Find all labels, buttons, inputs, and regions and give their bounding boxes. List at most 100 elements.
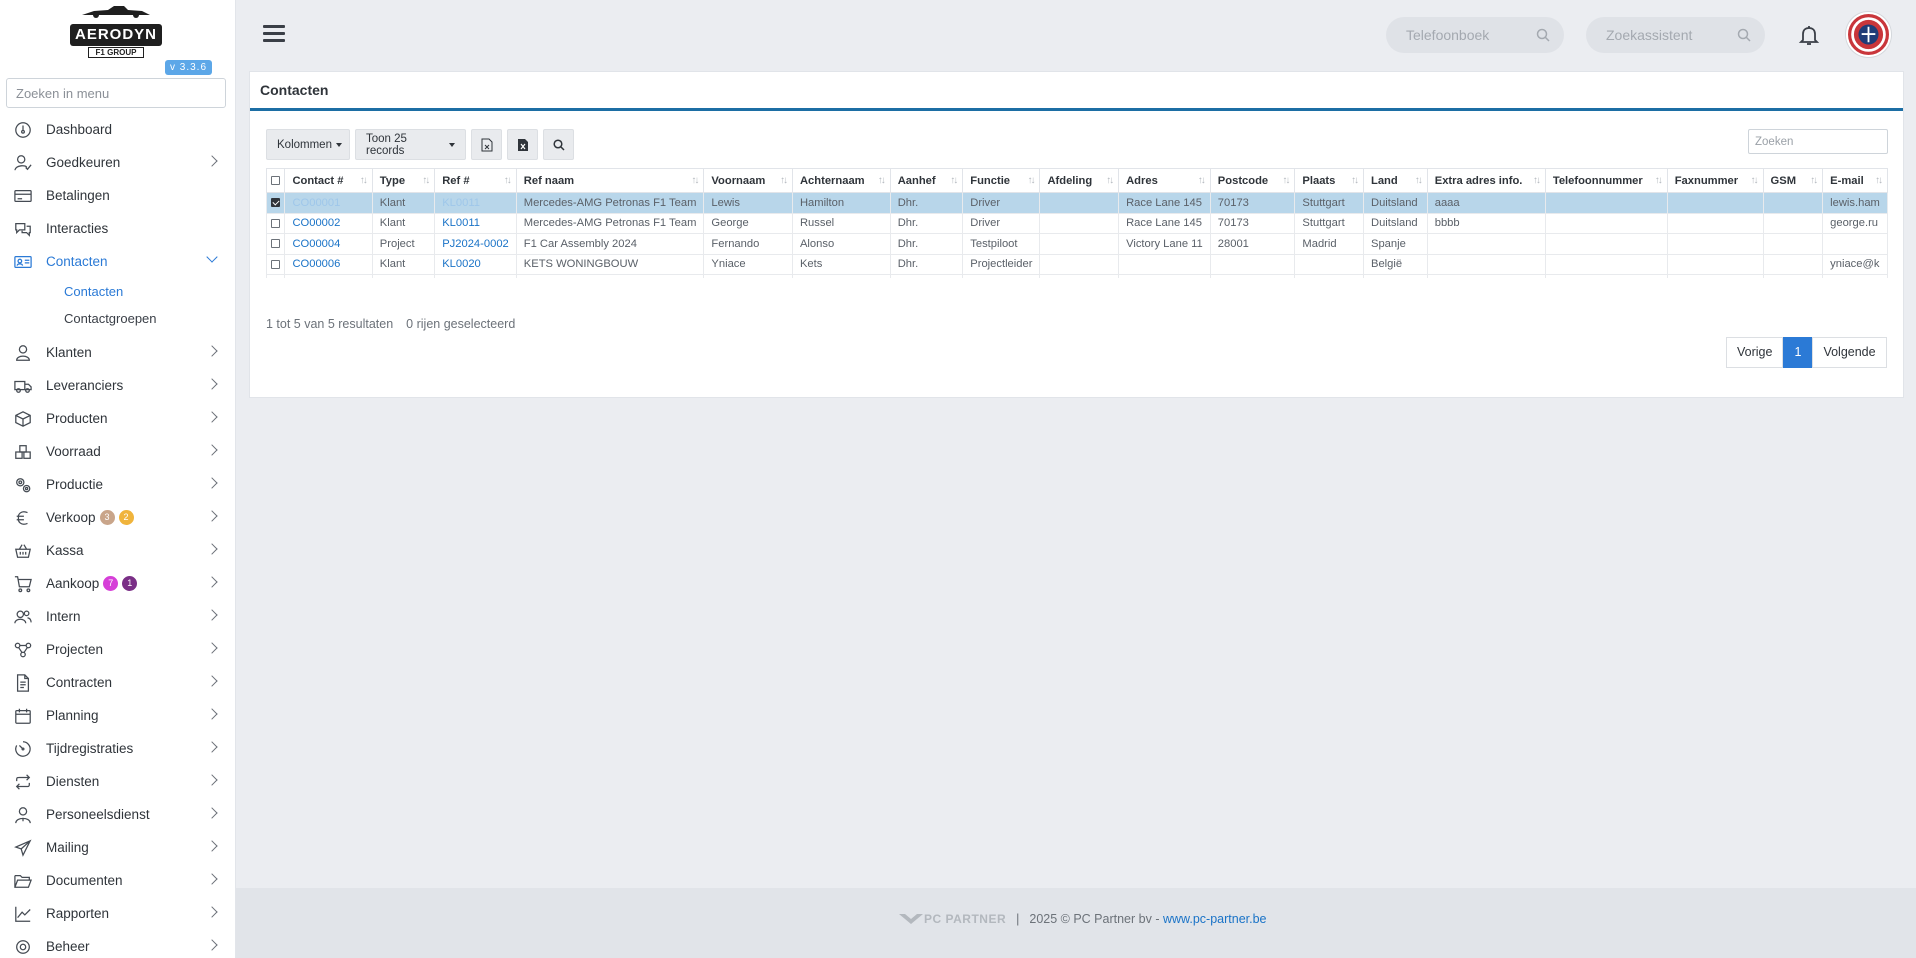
column-header[interactable]: Achternaam ↑↓ [791, 168, 891, 193]
nav-documenten[interactable]: Documenten [0, 864, 235, 897]
company-logo[interactable]: AERODYN F1 GROUP [70, 4, 162, 58]
sort-arrows-icon[interactable]: ↑↓ [360, 175, 368, 186]
pagination-page-1[interactable]: 1 [1783, 337, 1813, 368]
menu-search-input[interactable] [6, 78, 226, 108]
contact-number-link[interactable]: CO00006 [292, 258, 340, 270]
table-row[interactable]: CO00004 Project PJ2024-0002 F1 Car Assembly… [266, 233, 1888, 255]
nav-producten[interactable]: Producten [0, 402, 235, 435]
table-row[interactable]: CO00002 Klant KL0011 Mercedes-AMG Petronas … [266, 212, 1888, 234]
row-checkbox[interactable] [271, 239, 280, 249]
nav-leveranciers[interactable]: Leveranciers [0, 369, 235, 402]
pagination-prev-button[interactable]: Vorige [1726, 337, 1784, 368]
records-per-page-dropdown[interactable]: Toon 25 records [355, 129, 466, 160]
sort-arrows-icon[interactable]: ↑↓ [780, 175, 788, 186]
sort-arrows-icon[interactable]: ↑↓ [1415, 175, 1423, 186]
ref-number-link[interactable]: PJ2024-0002 [442, 238, 509, 250]
advanced-search-button[interactable] [543, 129, 574, 160]
column-header[interactable]: Ref naam ↑↓ [515, 168, 705, 193]
column-header[interactable]: Telefoonnummer ↑↓ [1544, 168, 1668, 193]
nav-planning[interactable]: Planning [0, 699, 235, 732]
nav-voorraad[interactable]: Voorraad [0, 435, 235, 468]
nav-productie[interactable]: Productie [0, 468, 235, 501]
nav-kassa[interactable]: Kassa [0, 534, 235, 567]
column-header[interactable]: Type ↑↓ [371, 168, 436, 193]
nav-klanten[interactable]: Klanten [0, 336, 235, 369]
sort-arrows-icon[interactable]: ↑↓ [691, 175, 699, 186]
nav-goedkeuren[interactable]: Goedkeuren [0, 146, 235, 179]
column-header[interactable]: Faxnummer ↑↓ [1666, 168, 1764, 193]
nav-projecten[interactable]: Projecten [0, 633, 235, 666]
ref-number-link[interactable]: KL0011 [442, 197, 480, 209]
row-select-cell[interactable] [266, 274, 286, 278]
table-row[interactable]: CO00006 Klant KL0020 KETS WONINGBOUW Yniace K… [266, 253, 1888, 275]
phonebook-search[interactable]: Telefoonboek [1386, 17, 1564, 53]
sort-arrows-icon[interactable]: ↑↓ [422, 175, 430, 186]
bell-icon[interactable] [1797, 23, 1821, 47]
user-avatar[interactable] [1846, 12, 1891, 57]
column-header[interactable]: Land ↑↓ [1363, 168, 1428, 193]
sort-arrows-icon[interactable]: ↑↓ [1533, 175, 1541, 186]
select-all-header[interactable] [266, 168, 286, 193]
row-checkbox[interactable] [271, 218, 280, 228]
row-select-cell[interactable] [266, 192, 286, 214]
contact-number-link[interactable]: CO00001 [292, 197, 340, 209]
row-select-cell[interactable] [266, 233, 286, 255]
table-row[interactable]: CO00007KlantKL0024joske vermeulenJoskeVe… [266, 274, 1888, 278]
sort-arrows-icon[interactable]: ↑↓ [1282, 175, 1290, 186]
nav-sub-contacten[interactable]: Contacten [0, 278, 235, 305]
export-excel-button[interactable] [507, 129, 538, 160]
column-header[interactable]: Contact # ↑↓ [284, 168, 373, 193]
ref-number-link[interactable]: KL0020 [442, 258, 481, 270]
table-search-input[interactable] [1748, 129, 1888, 154]
select-all-checkbox[interactable] [271, 176, 280, 186]
column-header[interactable]: GSM ↑↓ [1762, 168, 1824, 193]
column-header[interactable]: Ref # ↑↓ [434, 168, 517, 193]
row-select-cell[interactable] [266, 253, 286, 275]
column-header[interactable]: Functie ↑↓ [962, 168, 1041, 193]
table-row[interactable]: CO00001 Klant KL0011 Mercedes-AMG Petronas … [266, 192, 1888, 214]
column-header[interactable]: Plaats ↑↓ [1294, 168, 1364, 193]
contact-number-link[interactable]: CO00004 [292, 238, 340, 250]
nav-contracten[interactable]: Contracten [0, 666, 235, 699]
nav-mailing[interactable]: Mailing [0, 831, 235, 864]
nav-contacten[interactable]: Contacten [0, 245, 235, 278]
nav-verkoop[interactable]: Verkoop 3 2 [0, 501, 235, 534]
sort-arrows-icon[interactable]: ↑↓ [1810, 175, 1818, 186]
column-header[interactable]: Adres ↑↓ [1118, 168, 1211, 193]
footer-website-link[interactable]: www.pc-partner.be [1163, 912, 1267, 926]
sort-arrows-icon[interactable]: ↑↓ [878, 175, 886, 186]
nav-beheer[interactable]: Beheer [0, 930, 235, 958]
pagination-next-button[interactable]: Volgende [1812, 337, 1887, 368]
column-header[interactable]: Voornaam ↑↓ [703, 168, 793, 193]
nav-betalingen[interactable]: Betalingen [0, 179, 235, 212]
column-header[interactable]: Afdeling ↑↓ [1039, 168, 1120, 193]
assistant-search[interactable]: Zoekassistent [1586, 17, 1765, 53]
sort-arrows-icon[interactable]: ↑↓ [1655, 175, 1663, 186]
column-header[interactable]: Postcode ↑↓ [1209, 168, 1296, 193]
nav-diensten[interactable]: Diensten [0, 765, 235, 798]
ref-number-link[interactable]: KL0011 [442, 217, 480, 229]
row-checkbox[interactable] [271, 198, 280, 208]
nav-aankoop[interactable]: Aankoop 7 1 [0, 567, 235, 600]
nav-rapporten[interactable]: Rapporten [0, 897, 235, 930]
columns-dropdown-button[interactable]: Kolommen [266, 129, 350, 160]
sort-arrows-icon[interactable]: ↑↓ [1875, 175, 1883, 186]
row-checkbox[interactable] [271, 259, 280, 269]
nav-dashboard[interactable]: Dashboard [0, 113, 235, 146]
column-header[interactable]: E-mail ↑↓ [1822, 168, 1888, 193]
column-header[interactable]: Extra adres info. ↑↓ [1426, 168, 1546, 193]
nav-personeelsdienst[interactable]: Personeelsdienst [0, 798, 235, 831]
export-csv-button[interactable] [471, 129, 502, 160]
row-select-cell[interactable] [266, 212, 286, 234]
sort-arrows-icon[interactable]: ↑↓ [1351, 175, 1359, 186]
nav-tijdregistraties[interactable]: Tijdregistraties [0, 732, 235, 765]
sort-arrows-icon[interactable]: ↑↓ [1751, 175, 1759, 186]
sort-arrows-icon[interactable]: ↑↓ [950, 175, 958, 186]
nav-sub-contactgroepen[interactable]: Contactgroepen [0, 305, 235, 332]
nav-interacties[interactable]: Interacties [0, 212, 235, 245]
sort-arrows-icon[interactable]: ↑↓ [504, 175, 512, 186]
hamburger-menu-icon[interactable] [263, 25, 285, 43]
column-header[interactable]: Aanhef ↑↓ [889, 168, 964, 193]
sort-arrows-icon[interactable]: ↑↓ [1198, 175, 1206, 186]
sort-arrows-icon[interactable]: ↑↓ [1027, 175, 1035, 186]
